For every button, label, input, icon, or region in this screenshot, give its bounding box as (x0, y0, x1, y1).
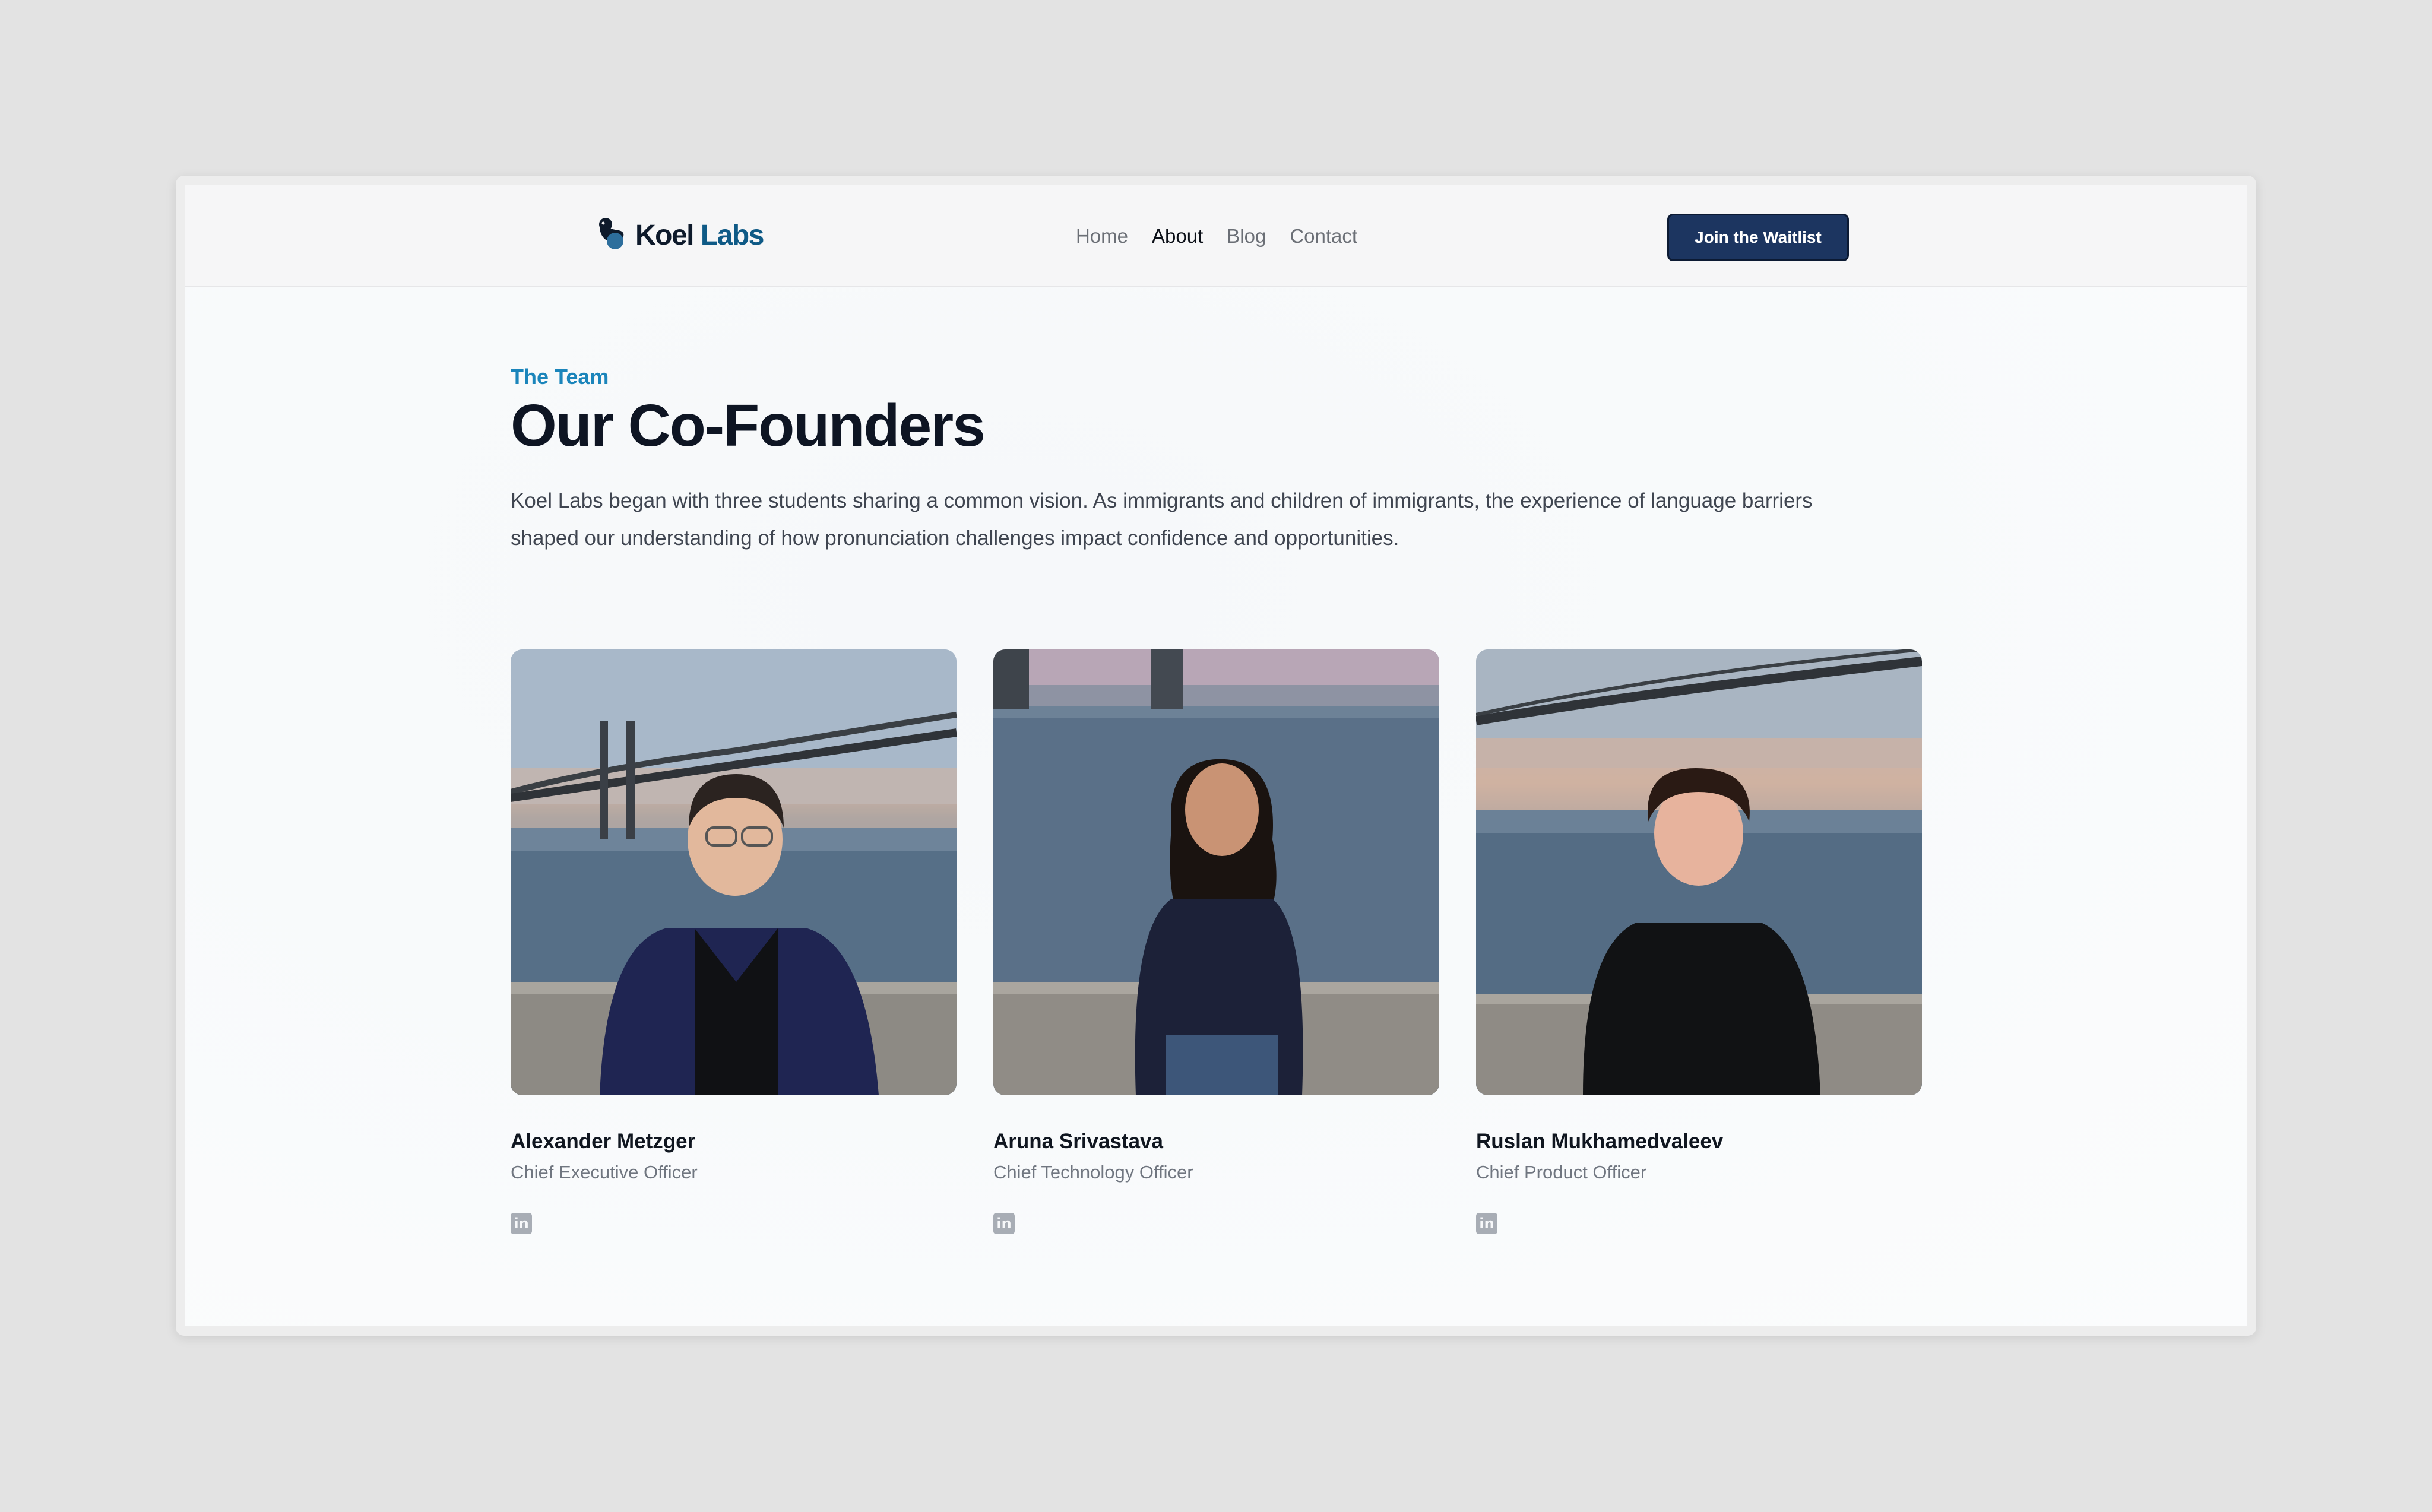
founder-photo (993, 649, 1439, 1095)
founder-card: Ruslan Mukhamedvaleev Chief Product Offi… (1476, 649, 1922, 1234)
join-waitlist-button[interactable]: Join the Waitlist (1667, 214, 1849, 261)
founder-name: Alexander Metzger (511, 1130, 696, 1153)
page-title: Our Co-Founders (511, 392, 986, 459)
founder-role: Chief Product Officer (1476, 1162, 1647, 1183)
nav-about[interactable]: About (1152, 225, 1203, 248)
nav-home[interactable]: Home (1076, 225, 1128, 248)
founders-grid: Alexander Metzger Chief Executive Office… (511, 649, 1922, 1234)
about-page: Koel Labs Home About Blog Contact Join t… (185, 185, 2247, 1326)
founder-role: Chief Technology Officer (993, 1162, 1193, 1183)
section-eyebrow: The Team (511, 364, 609, 389)
linkedin-icon[interactable]: in (511, 1213, 532, 1234)
browser-frame: Koel Labs Home About Blog Contact Join t… (176, 176, 2256, 1336)
founder-photo (511, 649, 957, 1095)
founder-name: Aruna Srivastava (993, 1130, 1163, 1153)
linkedin-icon[interactable]: in (1476, 1213, 1497, 1234)
top-navigation: Koel Labs Home About Blog Contact Join t… (185, 185, 2247, 287)
team-description: Koel Labs began with three students shar… (511, 489, 1813, 550)
founder-card: Alexander Metzger Chief Executive Office… (511, 649, 957, 1234)
linkedin-icon[interactable]: in (993, 1213, 1015, 1234)
logo-wordmark: Koel Labs (635, 219, 764, 251)
nav-blog[interactable]: Blog (1227, 225, 1266, 248)
koel-bird-icon (599, 218, 624, 249)
founder-card: Aruna Srivastava Chief Technology Office… (993, 649, 1439, 1234)
logo-link[interactable]: Koel Labs (595, 216, 764, 254)
founder-role: Chief Executive Officer (511, 1162, 698, 1183)
main-menu: Home About Blog Contact (1076, 185, 1357, 287)
nav-contact[interactable]: Contact (1290, 225, 1357, 248)
founder-photo (1476, 649, 1922, 1095)
founder-name: Ruslan Mukhamedvaleev (1476, 1130, 1724, 1153)
